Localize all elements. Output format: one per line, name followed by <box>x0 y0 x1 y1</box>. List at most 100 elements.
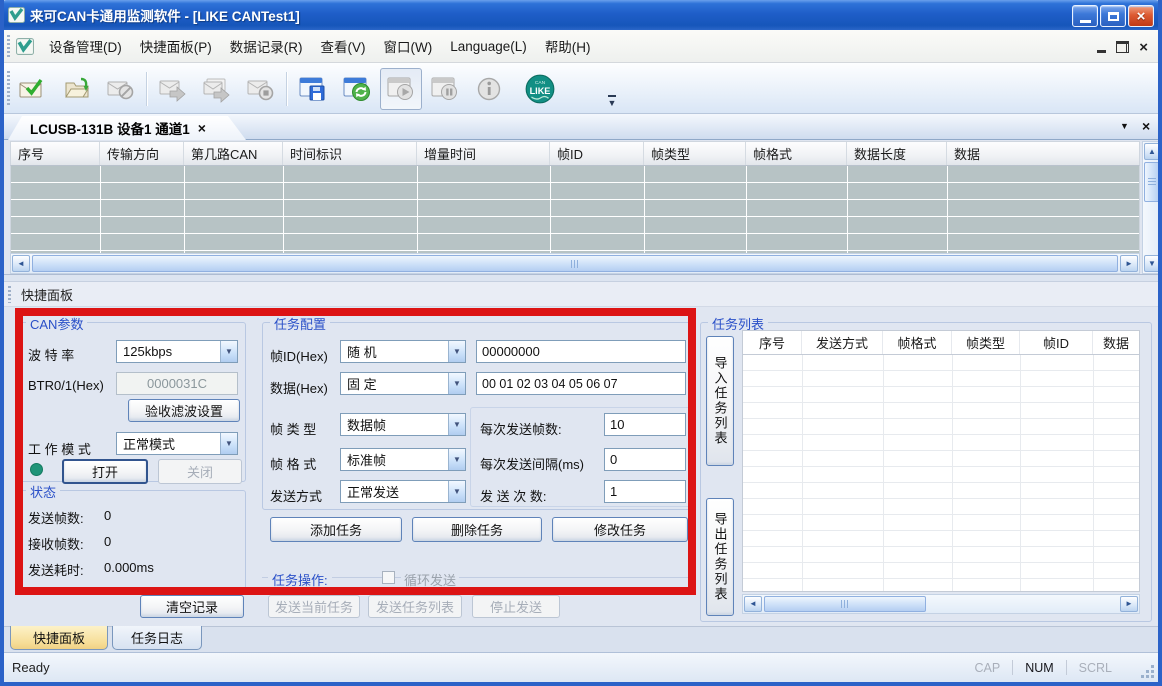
scroll-down-icon[interactable]: ▼ <box>1144 255 1160 272</box>
menu-window[interactable]: 窗口(W) <box>375 32 442 60</box>
column-header-data[interactable]: 数据 <box>947 142 1139 165</box>
tab-lcusb-131b-device1-channel1[interactable]: LCUSB-131B 设备1 通道1 × <box>8 116 246 140</box>
menu-device-management[interactable]: 设备管理(D) <box>40 32 131 60</box>
import-task-list-button[interactable]: 导入任务列表 <box>706 336 734 466</box>
toolbar-overflow-button[interactable]: ▼ <box>605 70 619 108</box>
column-header-data-length[interactable]: 数据长度 <box>847 142 947 165</box>
export-task-list-button[interactable]: 导出任务列表 <box>706 498 734 616</box>
device-status-indicator <box>30 463 43 476</box>
scroll-right-icon[interactable]: ► <box>1120 255 1138 272</box>
save-record-button[interactable] <box>292 68 334 110</box>
data-value-field[interactable] <box>476 372 686 395</box>
chevron-down-icon[interactable]: ▼ <box>448 373 465 394</box>
tab-bar-close-icon[interactable]: × <box>1142 118 1150 134</box>
column-header-frame-id[interactable]: 帧ID <box>550 142 644 165</box>
column-header-frame-format[interactable]: 帧格式 <box>746 142 847 165</box>
menubar-drag-handle[interactable] <box>7 35 10 57</box>
acceptance-filter-button[interactable]: 验收滤波设置 <box>128 399 240 422</box>
caps-lock-indicator: CAP <box>962 661 1012 675</box>
minimize-button[interactable] <box>1072 5 1098 27</box>
column-header-index[interactable]: 序号 <box>11 142 100 165</box>
chevron-down-icon[interactable]: ▼ <box>448 414 465 435</box>
hscrollbar-thumb[interactable] <box>764 596 926 612</box>
tl-column-frame-id[interactable]: 帧ID <box>1020 331 1093 354</box>
column-header-can-channel[interactable]: 第几路CAN <box>184 142 283 165</box>
data-mode-select[interactable]: 固 定 ▼ <box>340 372 466 395</box>
menu-help[interactable]: 帮助(H) <box>536 32 600 60</box>
tl-column-send-mode[interactable]: 发送方式 <box>802 331 883 354</box>
close-button[interactable]: × <box>1128 5 1154 27</box>
menu-view[interactable]: 查看(V) <box>312 32 375 60</box>
scroll-up-icon[interactable]: ▲ <box>1144 143 1160 160</box>
column-header-direction[interactable]: 传输方向 <box>100 142 184 165</box>
start-display-button[interactable] <box>380 68 422 110</box>
message-table-header: 序号 传输方向 第几路CAN 时间标识 增量时间 帧ID 帧类型 帧格式 数据长… <box>10 141 1140 166</box>
data-playback-button[interactable] <box>336 68 378 110</box>
open-file-button[interactable] <box>56 68 98 110</box>
column-header-frame-type[interactable]: 帧类型 <box>644 142 746 165</box>
menu-quick-panel[interactable]: 快捷面板(P) <box>131 32 221 60</box>
delete-task-button[interactable]: 删除任务 <box>412 517 542 542</box>
mdi-minimize-icon[interactable] <box>1097 50 1106 53</box>
stop-sending-button[interactable] <box>240 68 282 110</box>
chevron-down-icon[interactable]: ▼ <box>448 341 465 362</box>
work-mode-select[interactable]: 正常模式 ▼ <box>116 432 238 455</box>
tl-column-frame-type[interactable]: 帧类型 <box>952 331 1020 354</box>
tl-column-index[interactable]: 序号 <box>743 331 802 354</box>
column-header-timestamp[interactable]: 时间标识 <box>283 142 417 165</box>
close-device-button[interactable] <box>100 68 142 110</box>
open-device-button[interactable] <box>12 68 54 110</box>
maximize-button[interactable] <box>1100 5 1126 27</box>
frame-id-value-field[interactable] <box>476 340 686 363</box>
menu-bar: 设备管理(D) 快捷面板(P) 数据记录(R) 查看(V) 窗口(W) Lang… <box>4 30 1158 63</box>
quick-panel-drag-handle[interactable] <box>8 286 11 303</box>
tab-task-log[interactable]: 任务日志 <box>112 626 202 650</box>
tab-quick-panel[interactable]: 快捷面板 <box>10 626 108 650</box>
clear-records-button[interactable]: 清空记录 <box>140 595 244 618</box>
add-task-button[interactable]: 添加任务 <box>270 517 402 542</box>
menu-data-record[interactable]: 数据记录(R) <box>221 32 312 60</box>
send-mode-select[interactable]: 正常发送 ▼ <box>340 480 466 503</box>
chevron-down-icon[interactable]: ▼ <box>448 481 465 502</box>
send-frame-list-button[interactable] <box>196 68 238 110</box>
hscrollbar-thumb[interactable] <box>32 255 1118 272</box>
chevron-down-icon[interactable]: ▼ <box>220 433 237 454</box>
resize-grip[interactable] <box>1142 666 1154 678</box>
like-can-logo-icon: CAN LIKE <box>524 74 556 104</box>
mdi-close-icon[interactable]: × <box>1139 40 1148 55</box>
toolbar-drag-handle[interactable] <box>7 71 10 107</box>
send-frame-button[interactable] <box>152 68 194 110</box>
message-table-vscrollbar[interactable]: ▲ ▼ <box>1142 141 1162 274</box>
chevron-down-icon[interactable]: ▼ <box>220 341 237 362</box>
send-count-field[interactable] <box>604 480 686 503</box>
like-homepage-button[interactable]: CAN LIKE <box>519 68 561 110</box>
task-ops-title: 任务操作: <box>268 570 332 589</box>
menu-language[interactable]: Language(L) <box>441 35 536 58</box>
scroll-left-icon[interactable]: ◄ <box>12 255 30 272</box>
modify-task-button[interactable]: 修改任务 <box>552 517 688 542</box>
scroll-right-icon[interactable]: ► <box>1120 596 1138 612</box>
tab-list-dropdown-icon[interactable]: ▼ <box>1120 121 1129 131</box>
pause-display-button[interactable] <box>424 68 466 110</box>
baud-rate-select[interactable]: 125kbps ▼ <box>116 340 238 363</box>
task-list-hscrollbar[interactable]: ◄ ► <box>742 594 1140 614</box>
frame-format-select[interactable]: 标准帧 ▼ <box>340 448 466 471</box>
mdi-restore-icon[interactable] <box>1116 41 1129 53</box>
tl-column-data[interactable]: 数据 <box>1093 331 1139 354</box>
frame-id-mode-select[interactable]: 随 机 ▼ <box>340 340 466 363</box>
frames-per-send-field[interactable] <box>604 413 686 436</box>
message-table-hscrollbar[interactable]: ◄ ► <box>10 253 1140 274</box>
frame-type-select[interactable]: 数据帧 ▼ <box>340 413 466 436</box>
open-device-action-button[interactable]: 打开 <box>62 459 148 484</box>
scroll-left-icon[interactable]: ◄ <box>744 596 762 612</box>
tab-close-icon[interactable]: × <box>198 120 206 136</box>
send-interval-field[interactable] <box>604 448 686 471</box>
data-mode-label: 数据(Hex) <box>270 378 328 397</box>
column-header-delta-time[interactable]: 增量时间 <box>417 142 550 165</box>
document-tab-label: LCUSB-131B 设备1 通道1 <box>30 118 190 138</box>
splitter[interactable] <box>4 274 1158 282</box>
vscrollbar-thumb[interactable] <box>1144 162 1160 202</box>
about-button[interactable] <box>468 68 510 110</box>
tl-column-frame-format[interactable]: 帧格式 <box>883 331 952 354</box>
chevron-down-icon[interactable]: ▼ <box>448 449 465 470</box>
